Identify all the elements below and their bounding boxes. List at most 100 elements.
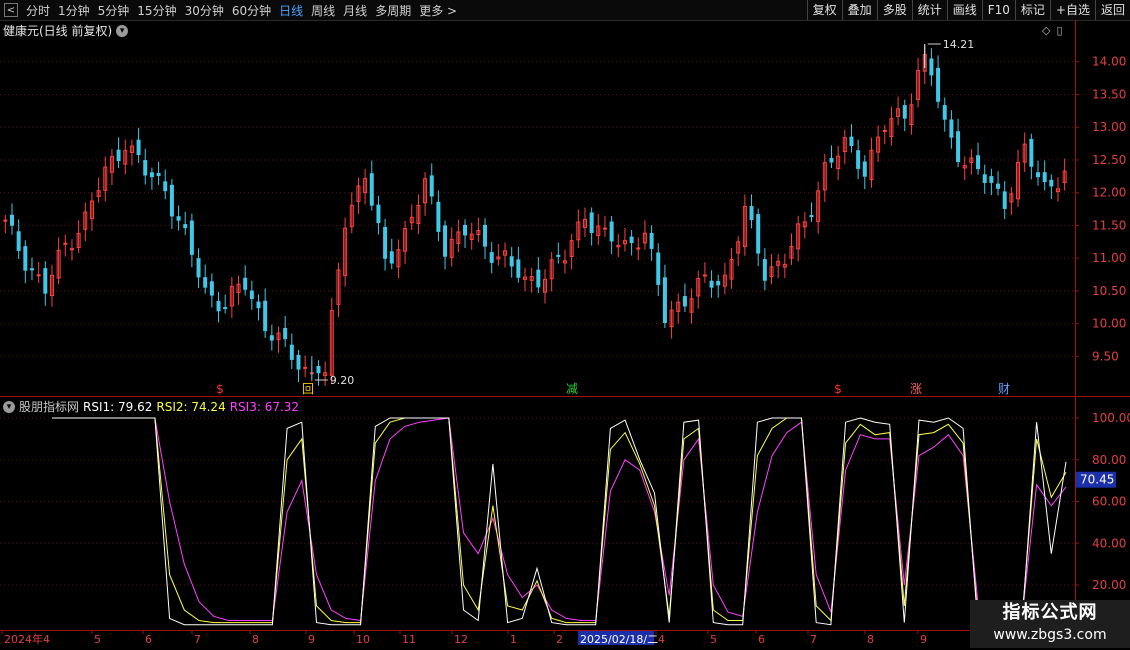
- price-tick-label: 12.00: [1092, 186, 1126, 200]
- chart-canvas[interactable]: 14.00 13.50 13.00 12.50 12.00 11.50 11.00 10.50…: [0, 0, 1130, 650]
- event-marker: 回: [302, 382, 314, 396]
- candle-body: [23, 246, 28, 271]
- indicator-tick-label: 40.00: [1092, 536, 1126, 550]
- candle-body: [856, 150, 861, 169]
- candle-body: [649, 233, 654, 249]
- candle-body: [3, 219, 8, 222]
- candle-body: [656, 252, 661, 285]
- candle-body: [996, 183, 1001, 189]
- candle-body: [443, 225, 448, 257]
- candle-body: [149, 172, 154, 178]
- candle-body: [249, 290, 254, 300]
- candle-body: [1029, 138, 1034, 167]
- candle-body: [1042, 172, 1047, 183]
- candle-body: [982, 174, 987, 183]
- high-price-label: 14.21: [943, 38, 975, 51]
- price-tick-label: 12.50: [1092, 153, 1126, 167]
- candle-body: [116, 149, 121, 162]
- date-tick-label: 1: [510, 633, 517, 646]
- candle-body: [196, 258, 201, 278]
- chevron-down-icon[interactable]: ▾: [3, 400, 15, 413]
- price-tick-label: 11.00: [1092, 251, 1126, 265]
- rsi2-line: [52, 417, 1067, 624]
- date-cursor-label: 2025/02/18/二: [580, 633, 658, 646]
- candle-body: [829, 157, 834, 163]
- rsi2-readout: RSI2: 74.24: [156, 399, 226, 414]
- candle-body: [69, 248, 74, 251]
- candle-body: [43, 268, 48, 294]
- price-tick-label: 9.50: [1092, 349, 1119, 363]
- candle-body: [156, 173, 161, 176]
- candle-body: [489, 252, 494, 263]
- indicator-name[interactable]: 股朋指标网: [19, 398, 79, 415]
- candle-body: [702, 274, 707, 277]
- watermark-url: www.zbgs3.com: [993, 627, 1107, 643]
- candle-body: [283, 327, 288, 340]
- current-value-label: 70.45: [1080, 473, 1114, 487]
- date-tick-label: 6: [758, 633, 765, 646]
- candle-body: [1049, 179, 1054, 187]
- date-tick-label: 7: [194, 633, 201, 646]
- candle-body: [936, 67, 941, 102]
- watermark-title: 指标公式网: [1002, 602, 1098, 623]
- candle-body: [376, 204, 381, 224]
- main-chart-header: 健康元(日线 前复权) ▾: [3, 22, 129, 39]
- window-toggle-icon[interactable]: ▯: [1056, 24, 1062, 37]
- price-tick-label: 10.00: [1092, 317, 1126, 331]
- rsi1-readout: RSI1: 79.62: [83, 399, 153, 414]
- candle-body: [989, 176, 994, 183]
- candle-body: [303, 366, 308, 369]
- candle-body: [509, 256, 514, 267]
- candle-body: [63, 242, 68, 245]
- candle-body: [143, 160, 148, 176]
- price-tick-label: 10.50: [1092, 284, 1126, 298]
- rsi3-readout: RSI3: 67.32: [229, 399, 300, 414]
- indicator-header: ▾ 股朋指标网 RSI1: 79.62 RSI2: 74.24 RSI3: 67…: [3, 398, 299, 415]
- candle-body: [183, 224, 188, 229]
- candle-body: [882, 129, 887, 132]
- candle-body: [209, 281, 214, 296]
- chevron-down-icon[interactable]: ▾: [116, 24, 129, 37]
- date-tick-label: 8: [867, 633, 874, 646]
- candle-body: [956, 131, 961, 163]
- candle-body: [756, 214, 761, 254]
- candle-body: [29, 268, 34, 271]
- candle-body: [429, 175, 434, 197]
- candle-body: [942, 105, 947, 120]
- candle-body: [436, 201, 441, 232]
- date-tick-label: 7: [810, 633, 817, 646]
- date-tick-label: 5: [94, 633, 101, 646]
- candle-body: [682, 296, 687, 307]
- candle-body: [902, 105, 907, 119]
- candle-body: [849, 136, 854, 147]
- date-tick-label: 12: [454, 633, 468, 646]
- price-tick-label: 13.00: [1092, 120, 1126, 134]
- candle-body: [629, 236, 634, 244]
- candle-body: [163, 181, 168, 192]
- candle-body: [949, 119, 954, 138]
- candle-body: [556, 254, 561, 257]
- price-tick-label: 14.00: [1092, 55, 1126, 69]
- watermark: 指标公式网 www.zbgs3.com: [970, 600, 1130, 648]
- date-tick-label: 9: [920, 633, 927, 646]
- candle-body: [463, 224, 468, 236]
- rsi3-line: [52, 417, 1067, 622]
- date-tick-label: 2: [556, 633, 563, 646]
- rsi1-line: [52, 417, 1067, 626]
- candle-body: [269, 335, 274, 341]
- candle-body: [223, 307, 228, 310]
- candle-body: [389, 251, 394, 264]
- candle-body: [929, 58, 934, 76]
- date-tick-label: 5: [710, 633, 717, 646]
- date-tick-label: 9: [308, 633, 315, 646]
- candle-body: [589, 212, 594, 234]
- event-marker: $: [834, 382, 842, 396]
- candle-body: [716, 280, 721, 286]
- candle-body: [709, 280, 714, 288]
- event-marker: 减: [566, 382, 578, 396]
- candle-body: [263, 300, 268, 332]
- candle-body: [536, 269, 541, 288]
- diamond-icon[interactable]: ◇: [1042, 24, 1050, 37]
- event-marker: $: [216, 382, 224, 396]
- candle-body: [602, 227, 607, 230]
